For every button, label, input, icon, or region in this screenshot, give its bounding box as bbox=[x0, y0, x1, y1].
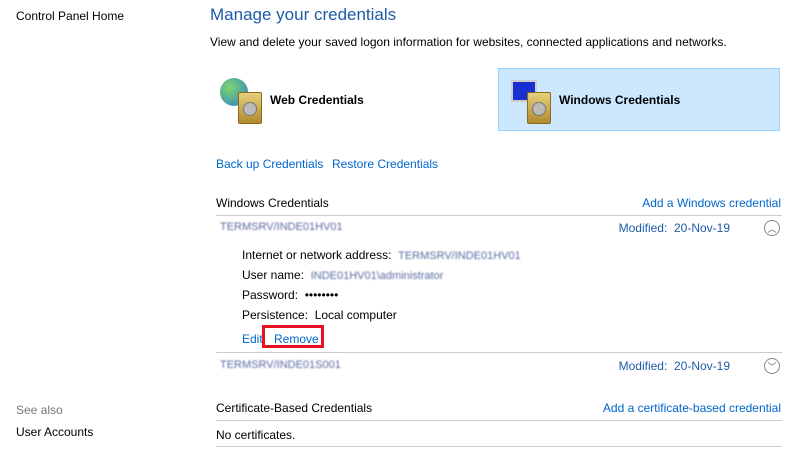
web-credentials-tile[interactable]: Web Credentials bbox=[218, 68, 458, 131]
windows-credentials-tile[interactable]: Windows Credentials bbox=[498, 68, 780, 131]
add-windows-credential-link[interactable]: Add a Windows credential bbox=[642, 196, 781, 210]
modified-label: Modified: bbox=[618, 221, 668, 235]
remove-link[interactable]: Remove bbox=[274, 332, 319, 346]
divider bbox=[216, 352, 782, 353]
password-row: Password: •••••••• bbox=[242, 288, 338, 302]
user-label: User name: bbox=[242, 268, 305, 282]
web-credentials-icon bbox=[218, 74, 270, 126]
divider bbox=[216, 215, 782, 216]
windows-credentials-icon bbox=[507, 74, 559, 126]
address-row: Internet or network address: TERMSRV/IND… bbox=[242, 248, 521, 262]
modified-date: 20-Nov-19 bbox=[673, 221, 730, 235]
add-certificate-credential-link[interactable]: Add a certificate-based credential bbox=[603, 401, 781, 415]
user-accounts-link[interactable]: User Accounts bbox=[16, 425, 93, 439]
persistence-label: Persistence: bbox=[242, 308, 309, 322]
divider bbox=[216, 446, 782, 447]
no-certificates-text: No certificates. bbox=[216, 428, 296, 442]
persistence-row: Persistence: Local computer bbox=[242, 308, 397, 322]
address-label: Internet or network address: bbox=[242, 248, 392, 262]
modified-date: 20-Nov-19 bbox=[673, 359, 730, 373]
windows-credentials-label: Windows Credentials bbox=[559, 92, 681, 107]
credential-row-header[interactable]: TERMSRV/INDE01HV01 Modified: 20-Nov-19 ︿ bbox=[216, 218, 782, 238]
persistence-value: Local computer bbox=[314, 308, 397, 322]
web-credentials-label: Web Credentials bbox=[270, 92, 364, 107]
see-also-label: See also bbox=[16, 403, 63, 417]
page-description: View and delete your saved logon informa… bbox=[210, 35, 727, 49]
page-title: Manage your credentials bbox=[210, 5, 397, 24]
divider bbox=[216, 420, 782, 421]
credential-row-header[interactable]: TERMSRV/INDE01S001 Modified: 20-Nov-19 ﹀ bbox=[216, 356, 782, 376]
credential-name: TERMSRV/INDE01HV01 bbox=[220, 221, 343, 233]
credential-name: TERMSRV/INDE01S001 bbox=[220, 359, 341, 371]
restore-credentials-link[interactable]: Restore Credentials bbox=[332, 157, 438, 171]
control-panel-home-link[interactable]: Control Panel Home bbox=[16, 9, 124, 23]
password-value: •••••••• bbox=[304, 288, 339, 302]
user-value: INDE01HV01\administrator bbox=[310, 270, 444, 282]
backup-credentials-link[interactable]: Back up Credentials bbox=[216, 157, 323, 171]
windows-credentials-heading: Windows Credentials bbox=[216, 196, 329, 210]
chevron-up-icon[interactable]: ︿ bbox=[764, 220, 780, 236]
address-value: TERMSRV/INDE01HV01 bbox=[398, 250, 521, 262]
user-row: User name: INDE01HV01\administrator bbox=[242, 268, 443, 282]
modified-label: Modified: bbox=[618, 359, 668, 373]
edit-link[interactable]: Edit bbox=[242, 332, 263, 346]
chevron-down-icon[interactable]: ﹀ bbox=[764, 358, 780, 374]
certificate-credentials-heading: Certificate-Based Credentials bbox=[216, 401, 373, 415]
password-label: Password: bbox=[242, 288, 299, 302]
